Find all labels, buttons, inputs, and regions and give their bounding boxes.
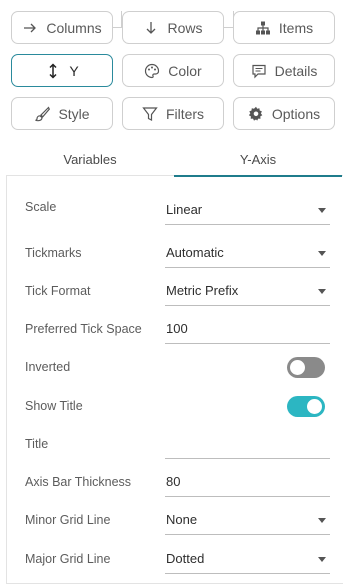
- major-grid-line-value: Dotted: [166, 551, 205, 566]
- major-grid-line-label: Major Grid Line: [25, 552, 111, 566]
- rows-button[interactable]: Rows: [122, 11, 224, 44]
- funnel-icon: [142, 106, 158, 122]
- arrow-down-icon: [143, 20, 159, 36]
- chat-icon: [251, 63, 267, 79]
- rows-label: Rows: [167, 19, 203, 36]
- preferred-tick-space-row: Preferred Tick Space 100: [7, 314, 344, 344]
- scale-row: Scale Linear: [7, 192, 344, 225]
- tab-variables[interactable]: Variables: [6, 143, 174, 176]
- scale-label: Scale: [25, 200, 57, 214]
- brush-icon: [34, 105, 51, 122]
- options-button[interactable]: Options: [233, 97, 335, 130]
- tickmarks-select[interactable]: Automatic: [165, 238, 330, 268]
- inverted-label: Inverted: [25, 360, 71, 374]
- color-button[interactable]: Color: [122, 54, 224, 87]
- tick-format-value: Metric Prefix: [166, 283, 239, 298]
- axis-bar-thickness-row: Axis Bar Thickness 80: [7, 467, 344, 497]
- tab-y-axis-label: Y-Axis: [239, 152, 277, 167]
- show-title-row: Show Title: [7, 391, 344, 421]
- preferred-tick-space-label: Preferred Tick Space: [25, 322, 142, 336]
- chevron-down-icon: [318, 251, 326, 256]
- y-label: Y: [69, 62, 79, 79]
- shelf-button-grid: Columns Rows Items Y Color Details Style…: [0, 0, 345, 140]
- arrow-right-icon: [22, 20, 38, 36]
- preferred-tick-space-input[interactable]: 100: [165, 314, 330, 344]
- tick-format-label: Tick Format: [25, 284, 91, 298]
- color-label: Color: [168, 62, 202, 79]
- minor-grid-line-select[interactable]: None: [165, 505, 330, 535]
- tick-format-select[interactable]: Metric Prefix: [165, 276, 330, 306]
- style-label: Style: [58, 105, 90, 122]
- inverted-row: Inverted: [7, 352, 344, 382]
- items-button[interactable]: Items: [233, 11, 335, 44]
- columns-label: Columns: [46, 19, 102, 36]
- minor-grid-line-row: Minor Grid Line None: [7, 505, 344, 535]
- minor-grid-line-label: Minor Grid Line: [25, 513, 111, 527]
- chevron-down-icon: [318, 289, 326, 294]
- tick-format-row: Tick Format Metric Prefix: [7, 276, 344, 306]
- axis-bar-thickness-label: Axis Bar Thickness: [25, 475, 132, 489]
- details-button[interactable]: Details: [233, 54, 335, 87]
- title-input[interactable]: [165, 429, 330, 459]
- y-button[interactable]: Y: [11, 54, 113, 87]
- style-button[interactable]: Style: [11, 97, 113, 130]
- chevron-down-icon: [318, 208, 326, 213]
- inverted-toggle[interactable]: [287, 357, 325, 378]
- toggle-knob: [290, 360, 305, 375]
- y-axis-settings-panel: Scale Linear Tickmarks Automatic Tick Fo…: [6, 176, 343, 584]
- details-label: Details: [274, 62, 318, 79]
- tab-y-axis[interactable]: Y-Axis: [174, 143, 342, 177]
- major-grid-line-select[interactable]: Dotted: [165, 544, 330, 574]
- options-label: Options: [271, 105, 321, 122]
- tickmarks-row: Tickmarks Automatic: [7, 238, 344, 268]
- connector-line: [113, 27, 122, 28]
- major-grid-line-row: Major Grid Line Dotted: [7, 544, 344, 574]
- scale-select[interactable]: Linear: [165, 195, 330, 225]
- chevron-down-icon: [318, 518, 326, 523]
- columns-button[interactable]: Columns: [11, 11, 113, 44]
- toggle-knob: [307, 399, 322, 414]
- gear-icon: [248, 106, 264, 122]
- title-row: Title: [7, 429, 344, 459]
- show-title-toggle[interactable]: [287, 396, 325, 417]
- tickmarks-label: Tickmarks: [25, 246, 82, 260]
- tab-variables-label: Variables: [63, 152, 117, 167]
- minor-grid-line-value: None: [166, 512, 198, 527]
- items-label: Items: [278, 19, 314, 36]
- show-title-label: Show Title: [25, 399, 83, 413]
- preferred-tick-space-value: 100: [166, 321, 188, 336]
- vertical-arrows-icon: [45, 62, 61, 79]
- hierarchy-icon: [255, 20, 271, 36]
- tickmarks-value: Automatic: [166, 245, 224, 260]
- scale-value: Linear: [166, 202, 203, 217]
- filters-label: Filters: [165, 105, 205, 122]
- chevron-down-icon: [318, 557, 326, 562]
- palette-icon: [144, 63, 160, 79]
- title-label: Title: [25, 437, 49, 451]
- filters-button[interactable]: Filters: [122, 97, 224, 130]
- settings-tabs: Variables Y-Axis: [6, 143, 343, 177]
- axis-bar-thickness-value: 80: [166, 474, 181, 489]
- axis-bar-thickness-input[interactable]: 80: [165, 467, 330, 497]
